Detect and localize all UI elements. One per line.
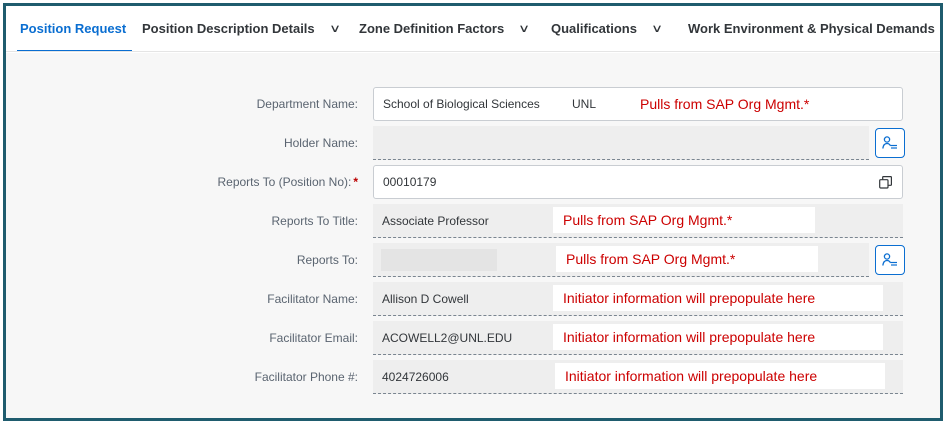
- label-text: Holder Name:: [283, 136, 358, 150]
- annotation-note: Initiator information will prepopulate h…: [553, 285, 883, 311]
- department-name-label: Department Name:: [118, 87, 358, 121]
- chevron-down-icon[interactable]: ∨: [651, 22, 663, 35]
- row-facilitator-phone: Facilitator Phone #: 4024726006 Initiato…: [6, 360, 940, 394]
- row-facilitator-name: Facilitator Name: Allison D Cowell Initi…: [6, 282, 940, 316]
- reports-to-label: Reports To:: [118, 243, 358, 277]
- department-name-value: School of Biological Sciences: [383, 97, 540, 111]
- facilitator-email-label: Facilitator Email:: [118, 321, 358, 355]
- redacted-value: [381, 249, 497, 271]
- facilitator-email-value: ACOWELL2@UNL.EDU: [382, 330, 513, 345]
- reports-to-field[interactable]: Pulls from SAP Org Mgmt.*: [373, 243, 869, 277]
- row-reports-to-position: Reports To (Position No): * 00010179: [6, 165, 940, 199]
- label-text: Reports To:: [296, 253, 358, 267]
- tab-zone-definition-factors[interactable]: Zone Definition Factors ∨: [345, 6, 537, 51]
- facilitator-name-label: Facilitator Name:: [118, 282, 358, 316]
- chevron-down-icon[interactable]: ∨: [518, 22, 530, 35]
- tab-qualifications[interactable]: Qualifications ∨: [537, 6, 674, 51]
- reports-to-position-input[interactable]: 00010179: [373, 165, 903, 199]
- holder-name-label: Holder Name:: [118, 126, 358, 160]
- label-text: Facilitator Email:: [269, 331, 358, 345]
- row-holder-name: Holder Name:: [6, 126, 940, 160]
- label-text: Reports To (Position No):: [217, 175, 352, 189]
- tab-label: Position Request: [20, 21, 127, 36]
- tab-bar: Position Request Position Description De…: [6, 6, 940, 52]
- reports-to-title-field[interactable]: Associate Professor Pulls from SAP Org M…: [373, 204, 903, 238]
- tab-label: Qualifications: [551, 21, 637, 36]
- department-name-field[interactable]: School of Biological Sciences UNL Pulls …: [373, 87, 903, 121]
- facilitator-phone-label: Facilitator Phone #:: [118, 360, 358, 394]
- tab-work-environment[interactable]: Work Environment & Physical Demands: [674, 6, 935, 51]
- tab-label: Work Environment & Physical Demands: [688, 21, 935, 36]
- holder-name-value-help-button[interactable]: [875, 128, 905, 158]
- reports-to-value-help-button[interactable]: [875, 245, 905, 275]
- holder-name-field[interactable]: [373, 126, 869, 160]
- copy-icon[interactable]: [879, 176, 892, 189]
- chevron-down-icon[interactable]: ∨: [329, 22, 341, 35]
- label-text: Reports To Title:: [271, 214, 358, 228]
- tab-position-request[interactable]: Position Request: [6, 6, 132, 51]
- facilitator-phone-field[interactable]: 4024726006 Initiator information will pr…: [373, 360, 903, 394]
- label-text: Facilitator Phone #:: [254, 370, 358, 384]
- row-reports-to-title: Reports To Title: Associate Professor Pu…: [6, 204, 940, 238]
- row-reports-to: Reports To: Pulls from SAP Org Mgmt.*: [6, 243, 940, 277]
- annotation-note: Initiator information will prepopulate h…: [553, 324, 883, 350]
- label-text: Facilitator Name:: [267, 292, 358, 306]
- row-department-name: Department Name: School of Biological Sc…: [6, 87, 940, 121]
- department-name-suffix: UNL: [572, 97, 597, 111]
- tab-label: Zone Definition Factors: [359, 21, 505, 36]
- person-list-icon: [882, 253, 897, 266]
- row-facilitator-email: Facilitator Email: ACOWELL2@UNL.EDU Init…: [6, 321, 940, 355]
- facilitator-email-field[interactable]: ACOWELL2@UNL.EDU Initiator information w…: [373, 321, 903, 355]
- app-frame: Position Request Position Description De…: [3, 3, 943, 421]
- reports-to-position-value: 00010179: [383, 175, 437, 189]
- annotation-note: Pulls from SAP Org Mgmt.*: [556, 246, 818, 272]
- reports-to-title-value: Associate Professor: [382, 213, 489, 228]
- tab-position-description-details[interactable]: Position Description Details ∨: [128, 6, 345, 51]
- form-content: Department Name: School of Biological Sc…: [6, 53, 940, 418]
- tab-label: Position Description Details: [142, 21, 315, 36]
- required-mark: *: [353, 175, 358, 189]
- label-text: Department Name:: [256, 97, 358, 111]
- reports-to-position-label: Reports To (Position No): *: [118, 165, 358, 199]
- annotation-note: Initiator information will prepopulate h…: [555, 363, 885, 389]
- facilitator-name-value: Allison D Cowell: [382, 291, 469, 306]
- facilitator-name-field[interactable]: Allison D Cowell Initiator information w…: [373, 282, 903, 316]
- annotation-note: Pulls from SAP Org Mgmt.*: [630, 91, 870, 117]
- person-list-icon: [882, 136, 897, 149]
- annotation-note: Pulls from SAP Org Mgmt.*: [553, 207, 815, 233]
- reports-to-title-label: Reports To Title:: [118, 204, 358, 238]
- facilitator-phone-value: 4024726006: [382, 369, 449, 384]
